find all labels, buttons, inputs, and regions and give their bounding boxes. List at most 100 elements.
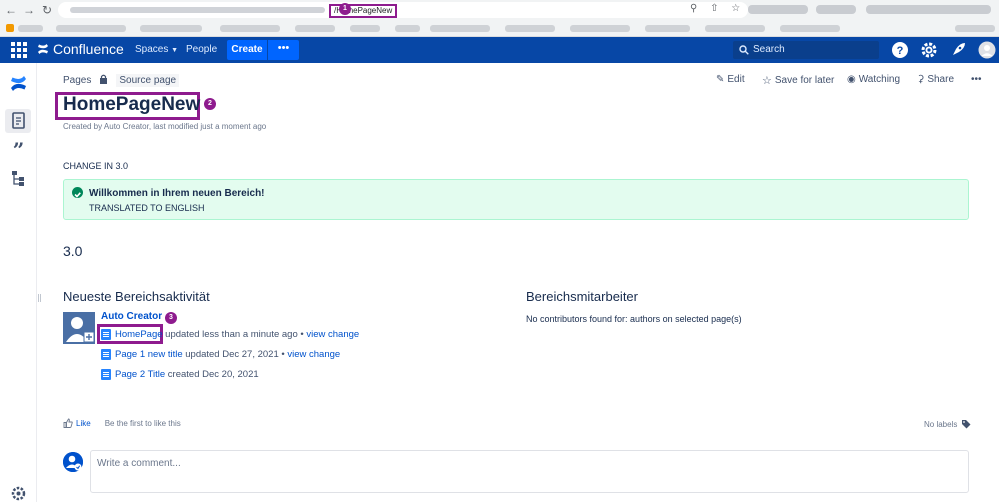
pencil-icon: ✎ [716, 74, 725, 85]
search-icon [739, 45, 749, 55]
create-button[interactable]: Create [227, 40, 267, 60]
bookmark-icon [6, 24, 14, 32]
bookmarks-bar [0, 21, 999, 36]
bookmark-item[interactable] [570, 25, 630, 32]
view-change-link[interactable]: view change [287, 349, 340, 360]
bookmark-item[interactable] [350, 25, 380, 32]
activity-text: created Dec 20, 2021 [165, 369, 259, 380]
be-first-text: Be the first to like this [104, 418, 181, 428]
breadcrumb-source-page[interactable]: Source page [116, 74, 180, 87]
star-icon: ☆ [762, 75, 772, 87]
version-heading: 3.0 [63, 243, 83, 259]
save-for-later-action[interactable]: ☆ Save for later [762, 74, 834, 87]
space-sidebar: ” [0, 63, 37, 502]
bookmark-item[interactable] [780, 25, 840, 32]
search-input[interactable]: Search [733, 41, 879, 59]
space-settings-gear-icon[interactable] [10, 485, 27, 502]
reload-icon[interactable]: ↻ [40, 3, 54, 17]
like-row: Like Be the first to like this [63, 418, 181, 428]
url-blurred [70, 7, 325, 13]
svg-text:”: ” [13, 142, 25, 159]
activity-page-link[interactable]: Page 1 new title [115, 349, 183, 360]
browser-toolbar-icons: ⚲ ⇧ ☆ [690, 3, 750, 14]
activity-item: Page 2 Title created Dec 20, 2021 [101, 369, 259, 380]
label-tag-icon[interactable] [961, 419, 971, 429]
annotation-badge-2: 2 [204, 98, 216, 110]
more-actions-button[interactable]: ••• [971, 74, 982, 85]
gear-icon[interactable] [920, 41, 938, 59]
share-icon: ⚳ [917, 74, 925, 85]
user-avatar-icon[interactable] [978, 41, 996, 59]
extension-icons [748, 5, 808, 14]
share-action[interactable]: ⚳ Share [917, 74, 954, 85]
breadcrumb-pages[interactable]: Pages [63, 75, 91, 86]
comment-input[interactable]: Write a comment... [90, 450, 969, 493]
watching-action[interactable]: ◉ Watching [847, 74, 900, 85]
author-name-link[interactable]: Auto Creator [101, 311, 162, 322]
breadcrumb: Pages Source page [63, 74, 180, 87]
address-bar[interactable]: /HomePageNew 1 [58, 2, 748, 18]
page-icon [101, 329, 111, 340]
author-avatar[interactable] [63, 312, 95, 344]
check-circle-icon [72, 187, 83, 198]
bookmark-star-icon[interactable]: ☆ [731, 3, 740, 14]
activity-page-link[interactable]: Page 2 Title [115, 369, 165, 380]
commenter-avatar [63, 452, 83, 472]
chevron-down-icon: ▼ [171, 47, 179, 54]
bookmark-item[interactable] [645, 25, 690, 32]
blog-quote-icon[interactable]: ” [10, 142, 27, 159]
view-change-link[interactable]: view change [306, 329, 359, 340]
extension-icons [866, 5, 991, 14]
sidebar-resize-handle[interactable] [38, 294, 41, 302]
page-byline: Created by Auto Creator, last modified j… [63, 122, 267, 131]
svg-text:?: ? [897, 45, 904, 57]
page-icon [101, 349, 111, 360]
people-link[interactable]: People [186, 44, 217, 55]
activity-page-link[interactable]: HomePage [115, 329, 163, 340]
eye-icon: ◉ [847, 74, 856, 85]
lock-icon[interactable] [99, 74, 108, 87]
activity-text: updated Dec 27, 2021 • [182, 349, 288, 360]
app-switcher-icon[interactable] [11, 42, 27, 58]
panel-body: TRANSLATED TO ENGLISH [89, 203, 205, 213]
success-panel: Willkommen in Ihrem neuen Bereich! TRANS… [63, 179, 969, 220]
contributors-heading: Bereichsmitarbeiter [526, 289, 638, 304]
comment-placeholder: Write a comment... [97, 458, 181, 469]
confluence-space-icon[interactable] [10, 75, 27, 92]
pages-icon[interactable] [10, 112, 27, 129]
no-labels-text: No labels [924, 419, 958, 429]
bookmark-item[interactable] [220, 25, 280, 32]
browser-chrome: ← → ↻ /HomePageNew 1 ⚲ ⇧ ☆ [0, 0, 999, 37]
bookmark-item[interactable] [505, 25, 555, 32]
edit-action[interactable]: ✎ Edit [716, 74, 745, 85]
bookmark-item[interactable] [140, 25, 202, 32]
thumbs-up-icon [63, 418, 73, 428]
like-button[interactable]: Like [63, 418, 91, 428]
share-page-icon[interactable]: ⇧ [710, 3, 718, 14]
page-icon [101, 369, 111, 380]
bookmark-item[interactable] [295, 25, 335, 32]
annotation-badge-3: 3 [165, 312, 177, 324]
confluence-logo[interactable]: Confluence [37, 41, 124, 57]
notifications-rocket-icon[interactable] [949, 41, 967, 59]
bookmark-item[interactable] [430, 25, 490, 32]
bookmark-item[interactable] [56, 25, 126, 32]
top-navigation: Confluence Spaces ▼ People Create ••• Se… [0, 37, 999, 63]
bookmark-item[interactable] [705, 25, 765, 32]
activity-text: updated less than a minute ago • [162, 329, 307, 340]
bookmark-item[interactable] [18, 25, 43, 32]
zoom-icon[interactable]: ⚲ [690, 3, 697, 14]
create-more-button[interactable]: ••• [268, 40, 299, 60]
help-icon[interactable]: ? [891, 41, 909, 59]
bookmark-item[interactable] [955, 25, 995, 32]
panel-title: Willkommen in Ihrem neuen Bereich! [89, 188, 265, 199]
activity-item: HomePage updated less than a minute ago … [101, 329, 359, 340]
page-tree-icon[interactable] [10, 170, 27, 187]
bookmark-item[interactable] [395, 25, 420, 32]
spaces-label: Spaces [135, 44, 169, 55]
back-icon[interactable]: ← [4, 3, 18, 17]
spaces-menu[interactable]: Spaces ▼ [135, 44, 178, 55]
confluence-icon [38, 44, 48, 54]
save-for-later-label: Save for later [774, 75, 835, 86]
forward-icon[interactable]: → [22, 3, 36, 17]
